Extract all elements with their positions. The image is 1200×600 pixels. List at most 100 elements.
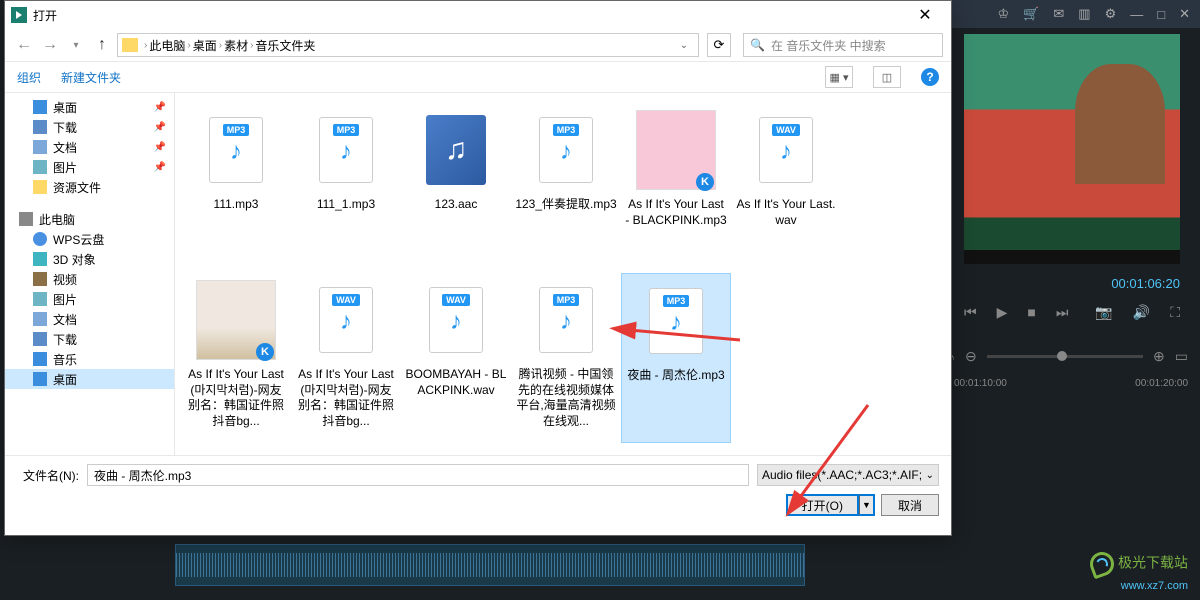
desktop-icon	[33, 100, 47, 114]
filename-label: 文件名(N):	[17, 467, 79, 484]
zoom-slider[interactable]	[987, 355, 1143, 358]
open-file-dialog: 打开 ✕ ← → ▾ ↑ › 此电脑› 桌面› 素材› 音乐文件夹 ⌄ ⟳ 🔍 …	[4, 0, 952, 536]
up-icon[interactable]: ↑	[91, 34, 113, 56]
video-preview	[964, 34, 1180, 264]
sidebar-item[interactable]: 下载📌	[5, 117, 174, 137]
new-folder-button[interactable]: 新建文件夹	[61, 69, 121, 86]
mail-icon[interactable]: ✉	[1053, 6, 1064, 22]
pic-icon	[33, 292, 47, 306]
audio-file-icon: MP3♪	[539, 287, 593, 353]
settings-icon[interactable]: ⚙	[1105, 6, 1117, 22]
breadcrumb[interactable]: › 此电脑› 桌面› 素材› 音乐文件夹 ⌄	[117, 33, 699, 57]
file-name: 123.aac	[435, 197, 478, 213]
sidebar-section-pc[interactable]: 此电脑	[5, 209, 174, 229]
file-name: 111_1.mp3	[317, 197, 375, 213]
pc-icon	[19, 212, 33, 226]
stop-icon[interactable]: ■	[1027, 304, 1035, 320]
user-icon[interactable]: ♔	[998, 6, 1010, 22]
camera-icon[interactable]: 📷	[1095, 304, 1112, 321]
file-item[interactable]: MP3♪ 111_1.mp3	[291, 103, 401, 273]
file-name: 腾讯视频 - 中国领先的在线视频媒体平台,海量高清视频在线观...	[515, 367, 617, 429]
sidebar-item[interactable]: 文档📌	[5, 137, 174, 157]
pin-icon: 📌	[154, 102, 166, 113]
view-mode-button[interactable]: ▦ ▾	[825, 66, 853, 88]
prev-icon[interactable]: ⏮	[964, 304, 977, 321]
open-button[interactable]: 打开(O)	[786, 494, 859, 516]
cart-icon[interactable]: 🛒	[1023, 6, 1039, 22]
organize-button[interactable]: 组织	[17, 69, 41, 86]
file-item[interactable]: MP3♪ 夜曲 - 周杰伦.mp3	[621, 273, 731, 443]
sidebar-item[interactable]: 音乐	[5, 349, 174, 369]
sidebar-item[interactable]: 桌面	[5, 369, 174, 389]
open-dropdown-icon[interactable]: ▼	[859, 494, 875, 516]
sidebar-item[interactable]: 图片📌	[5, 157, 174, 177]
pin-icon: 📌	[154, 162, 166, 173]
maximize-icon[interactable]: □	[1157, 7, 1165, 22]
audio-waveform[interactable]	[175, 544, 805, 586]
audio-file-icon: MP3♪	[209, 117, 263, 183]
sidebar-item[interactable]: WPS云盘	[5, 229, 174, 249]
file-item[interactable]: MP3♪123_伴奏提取.mp3	[511, 103, 621, 273]
audio-file-icon: MP3♪	[319, 117, 373, 183]
app-icon	[11, 7, 27, 23]
forward-icon: →	[39, 34, 61, 56]
notify-icon[interactable]: ▥	[1078, 6, 1090, 22]
file-item[interactable]: MP3♪ 111.mp3	[181, 103, 291, 273]
search-input[interactable]: 🔍 在 音乐文件夹 中搜索	[743, 33, 943, 57]
sidebar-item[interactable]: 视频	[5, 269, 174, 289]
file-item[interactable]: KAs If It's Your Last - BLACKPINK.mp3	[621, 103, 731, 273]
play-icon[interactable]: ▶	[997, 304, 1008, 321]
kugou-badge-icon: K	[256, 343, 274, 361]
filename-input[interactable]	[87, 464, 749, 486]
audio-file-icon: WAV♪	[429, 287, 483, 353]
next-icon[interactable]: ⏭	[1056, 304, 1069, 321]
preview-pane-button[interactable]: ◫	[873, 66, 901, 88]
sidebar-item[interactable]: 桌面📌	[5, 97, 174, 117]
file-name: 111.mp3	[214, 197, 259, 213]
volume-icon[interactable]: 🔊	[1133, 304, 1150, 321]
fullscreen-icon[interactable]: ⛶	[1170, 304, 1180, 321]
app-close-icon[interactable]: ✕	[1179, 6, 1190, 22]
file-item[interactable]: ♫123.aac	[401, 103, 511, 273]
watermark: 极光下载站 www.xz7.com	[1090, 552, 1188, 592]
close-icon[interactable]: ✕	[905, 1, 945, 29]
sidebar-item[interactable]: 下载	[5, 329, 174, 349]
pic-icon	[33, 160, 47, 174]
doc-icon	[33, 312, 47, 326]
zoom-in-icon[interactable]: ⊕	[1153, 348, 1165, 365]
app-titlebar: ♔ 🛒 ✉ ▥ ⚙ — □ ✕	[950, 0, 1200, 28]
file-item[interactable]: WAV♪ BOOMBAYAH - BLACKPINK.wav	[401, 273, 511, 443]
refresh-icon[interactable]: ⟳	[707, 33, 731, 57]
audio-file-icon: WAV♪	[759, 117, 813, 183]
cancel-button[interactable]: 取消	[881, 494, 939, 516]
audio-file-icon: MP3♪	[649, 288, 703, 354]
dialog-title: 打开	[33, 7, 905, 24]
file-item[interactable]: WAV♪As If It's Your Last(마지막처럼)-网友别名：韩国证…	[291, 273, 401, 443]
pin-icon: 📌	[154, 142, 166, 153]
timecode: 00:01:06:20	[1111, 276, 1180, 292]
recent-icon[interactable]: ▾	[65, 34, 87, 56]
sidebar-item[interactable]: 文档	[5, 309, 174, 329]
file-name: 123_伴奏提取.mp3	[515, 197, 616, 213]
minimize-icon[interactable]: —	[1130, 7, 1143, 22]
filetype-filter[interactable]: Audio files(*.AAC;*.AC3;*.AIF;⌄	[757, 464, 939, 486]
back-icon[interactable]: ←	[13, 34, 35, 56]
video-icon	[33, 272, 47, 286]
file-item[interactable]: MP3♪ 腾讯视频 - 中国领先的在线视频媒体平台,海量高清视频在线观...	[511, 273, 621, 443]
dialog-footer: 文件名(N): Audio files(*.AAC;*.AC3;*.AIF;⌄ …	[5, 455, 951, 524]
file-item[interactable]: KAs If It's Your Last(마지막처럼)-网友别名：韩国证件照抖…	[181, 273, 291, 443]
file-name: As If It's Your Last(마지막처럼)-网友别名：韩国证件照抖音…	[295, 367, 397, 429]
download-icon	[33, 120, 47, 134]
file-item[interactable]: WAV♪As If It's Your Last.wav	[731, 103, 841, 273]
file-name: BOOMBAYAH - BLACKPINK.wav	[405, 367, 507, 398]
sidebar-item[interactable]: 图片	[5, 289, 174, 309]
pin-icon: 📌	[154, 122, 166, 133]
sidebar-item[interactable]: 资源文件	[5, 177, 174, 197]
fit-icon[interactable]: ▭	[1175, 348, 1188, 365]
zoom-out-icon[interactable]: ⊖	[965, 348, 977, 365]
music-icon	[33, 352, 47, 366]
file-name: 夜曲 - 周杰伦.mp3	[627, 368, 724, 384]
sidebar-item[interactable]: 3D 对象	[5, 249, 174, 269]
help-icon[interactable]: ?	[921, 68, 939, 86]
wps-icon	[33, 232, 47, 246]
